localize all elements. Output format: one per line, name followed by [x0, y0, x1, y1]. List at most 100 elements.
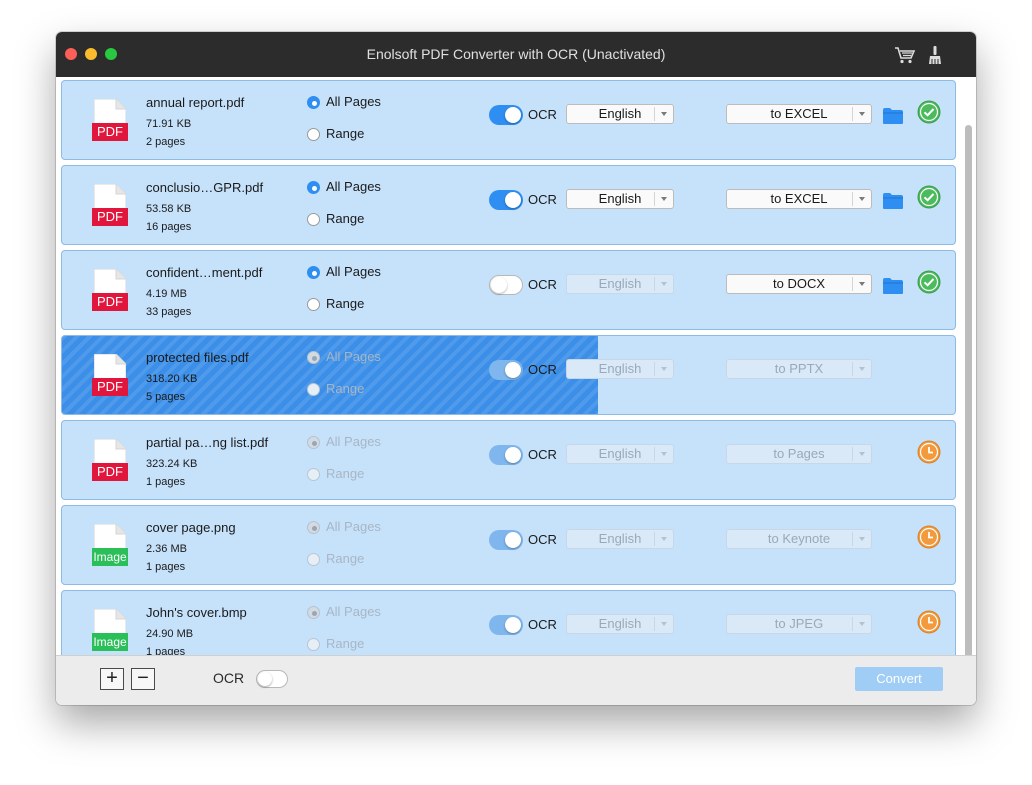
- ocr-toggle[interactable]: [489, 190, 523, 210]
- all-pages-radio[interactable]: [307, 96, 320, 109]
- language-value: English: [598, 191, 642, 206]
- title-bar: Enolsoft PDF Converter with OCR (Unactiv…: [56, 32, 976, 77]
- select-divider: [852, 532, 853, 546]
- all-pages-radio[interactable]: [307, 436, 320, 449]
- file-row[interactable]: PDF protected files.pdf 318.20 KB 5 pages Al…: [61, 335, 956, 415]
- language-select[interactable]: English: [566, 104, 674, 124]
- open-folder-icon[interactable]: [882, 192, 904, 210]
- output-format-value: to DOCX: [772, 276, 825, 291]
- ocr-label: OCR: [528, 617, 557, 632]
- file-page-count: 1 pages: [146, 476, 186, 488]
- output-format-value: to Keynote: [767, 531, 831, 546]
- language-select[interactable]: English: [566, 444, 674, 464]
- range-radio[interactable]: [307, 128, 320, 141]
- range-label: Range: [326, 551, 365, 566]
- file-row[interactable]: PDF partial pa…ng list.pdf 323.24 KB 1 page…: [61, 420, 956, 500]
- output-format-select[interactable]: to EXCEL: [726, 189, 872, 209]
- ocr-toggle[interactable]: [489, 275, 523, 295]
- range-radio[interactable]: [307, 553, 320, 566]
- pdf-file-icon: PDF: [92, 184, 128, 228]
- done-check-icon: [917, 100, 941, 124]
- brush-icon[interactable]: [924, 45, 946, 65]
- file-row[interactable]: PDF confident…ment.pdf 4.19 MB 33 pages All …: [61, 250, 956, 330]
- global-ocr-label: OCR: [213, 670, 245, 686]
- all-pages-radio[interactable]: [307, 606, 320, 619]
- all-pages-radio[interactable]: [307, 521, 320, 534]
- all-pages-radio[interactable]: [307, 181, 320, 194]
- ocr-label: OCR: [528, 277, 557, 292]
- range-radio[interactable]: [307, 213, 320, 226]
- language-select[interactable]: English: [566, 189, 674, 209]
- ocr-toggle[interactable]: [489, 360, 523, 380]
- ocr-toggle[interactable]: [489, 615, 523, 635]
- language-select[interactable]: English: [566, 359, 674, 379]
- cart-icon[interactable]: [894, 45, 916, 65]
- global-ocr-toggle[interactable]: [256, 670, 288, 688]
- chevron-down-icon: [859, 112, 865, 116]
- file-size: 4.19 MB: [146, 288, 187, 300]
- file-name: conclusio…GPR.pdf: [146, 180, 264, 195]
- language-select[interactable]: English: [566, 274, 674, 294]
- file-page-count: 33 pages: [146, 306, 192, 318]
- chevron-down-icon: [661, 197, 667, 201]
- file-row[interactable]: PDF conclusio…GPR.pdf 53.58 KB 16 pages All …: [61, 165, 956, 245]
- toggle-knob: [505, 362, 521, 378]
- chevron-down-icon: [661, 367, 667, 371]
- language-value: English: [598, 446, 642, 461]
- file-row[interactable]: Image John's cover.bmp 24.90 MB 1 pages All …: [61, 590, 956, 655]
- ocr-label: OCR: [528, 362, 557, 377]
- file-page-count: 1 pages: [146, 646, 186, 655]
- output-format-value: to EXCEL: [770, 191, 828, 206]
- range-radio[interactable]: [307, 298, 320, 311]
- select-divider: [654, 362, 655, 376]
- ocr-toggle[interactable]: [489, 445, 523, 465]
- file-row[interactable]: Image cover page.png 2.36 MB 1 pages All Pag…: [61, 505, 956, 585]
- remove-file-button[interactable]: −: [131, 668, 155, 690]
- open-folder-icon[interactable]: [882, 277, 904, 295]
- window-title: Enolsoft PDF Converter with OCR (Unactiv…: [366, 46, 666, 62]
- output-format-select[interactable]: to PPTX: [726, 359, 872, 379]
- vertical-scrollbar[interactable]: [965, 125, 972, 655]
- select-divider: [654, 192, 655, 206]
- range-radio[interactable]: [307, 638, 320, 651]
- ocr-toggle[interactable]: [489, 530, 523, 550]
- chevron-down-icon: [859, 367, 865, 371]
- language-select[interactable]: English: [566, 529, 674, 549]
- range-label: Range: [326, 296, 365, 311]
- language-select[interactable]: English: [566, 614, 674, 634]
- select-divider: [654, 617, 655, 631]
- file-name: John's cover.bmp: [146, 605, 247, 620]
- image-file-icon: Image: [92, 524, 128, 568]
- output-format-value: to Pages: [773, 446, 825, 461]
- chevron-down-icon: [859, 452, 865, 456]
- range-label: Range: [326, 126, 365, 141]
- select-divider: [654, 447, 655, 461]
- file-page-count: 5 pages: [146, 391, 186, 403]
- toggle-knob: [505, 447, 521, 463]
- file-type-badge: PDF: [92, 123, 128, 141]
- convert-button[interactable]: Convert: [855, 667, 943, 691]
- output-format-select[interactable]: to DOCX: [726, 274, 872, 294]
- all-pages-radio[interactable]: [307, 351, 320, 364]
- file-row[interactable]: PDF annual report.pdf 71.91 KB 2 pages All P…: [61, 80, 956, 160]
- select-divider: [852, 192, 853, 206]
- output-format-select[interactable]: to EXCEL: [726, 104, 872, 124]
- file-name: annual report.pdf: [146, 95, 245, 110]
- chevron-down-icon: [859, 282, 865, 286]
- language-value: English: [598, 616, 642, 631]
- output-format-select[interactable]: to Pages: [726, 444, 872, 464]
- file-page-count: 16 pages: [146, 221, 192, 233]
- output-format-select[interactable]: to JPEG: [726, 614, 872, 634]
- output-format-select[interactable]: to Keynote: [726, 529, 872, 549]
- file-type-badge: PDF: [92, 378, 128, 396]
- file-size: 318.20 KB: [146, 373, 198, 385]
- all-pages-radio[interactable]: [307, 266, 320, 279]
- range-radio[interactable]: [307, 468, 320, 481]
- open-folder-icon[interactable]: [882, 107, 904, 125]
- add-file-button[interactable]: +: [100, 668, 124, 690]
- image-file-icon: Image: [92, 609, 128, 653]
- ocr-toggle[interactable]: [489, 105, 523, 125]
- range-radio[interactable]: [307, 383, 320, 396]
- file-size: 323.24 KB: [146, 458, 198, 470]
- app-window: Enolsoft PDF Converter with OCR (Unactiv…: [56, 32, 976, 705]
